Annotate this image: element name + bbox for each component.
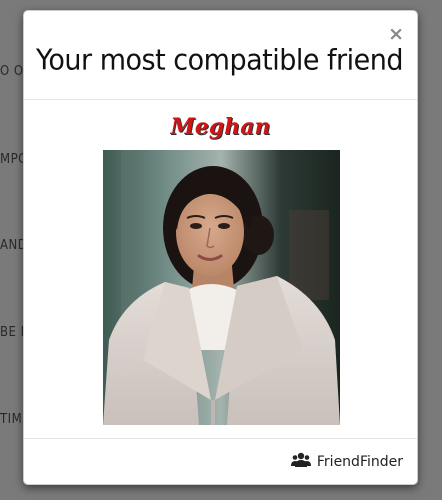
background-text: TIM xyxy=(0,412,23,427)
modal-body: Meghan xyxy=(24,100,417,440)
match-modal: Your most compatible friend × Meghan Fri… xyxy=(23,10,418,485)
friend-name: Meghan xyxy=(170,114,271,140)
modal-footer: FriendFinder xyxy=(24,438,417,484)
close-button[interactable]: × xyxy=(388,25,404,44)
modal-title: Your most compatible friend xyxy=(36,44,404,77)
brand-label: FriendFinder xyxy=(316,454,403,470)
users-icon xyxy=(290,452,311,472)
modal-header: Your most compatible friend × xyxy=(24,11,417,100)
brand[interactable]: FriendFinder xyxy=(290,452,403,472)
friend-photo xyxy=(103,150,340,425)
